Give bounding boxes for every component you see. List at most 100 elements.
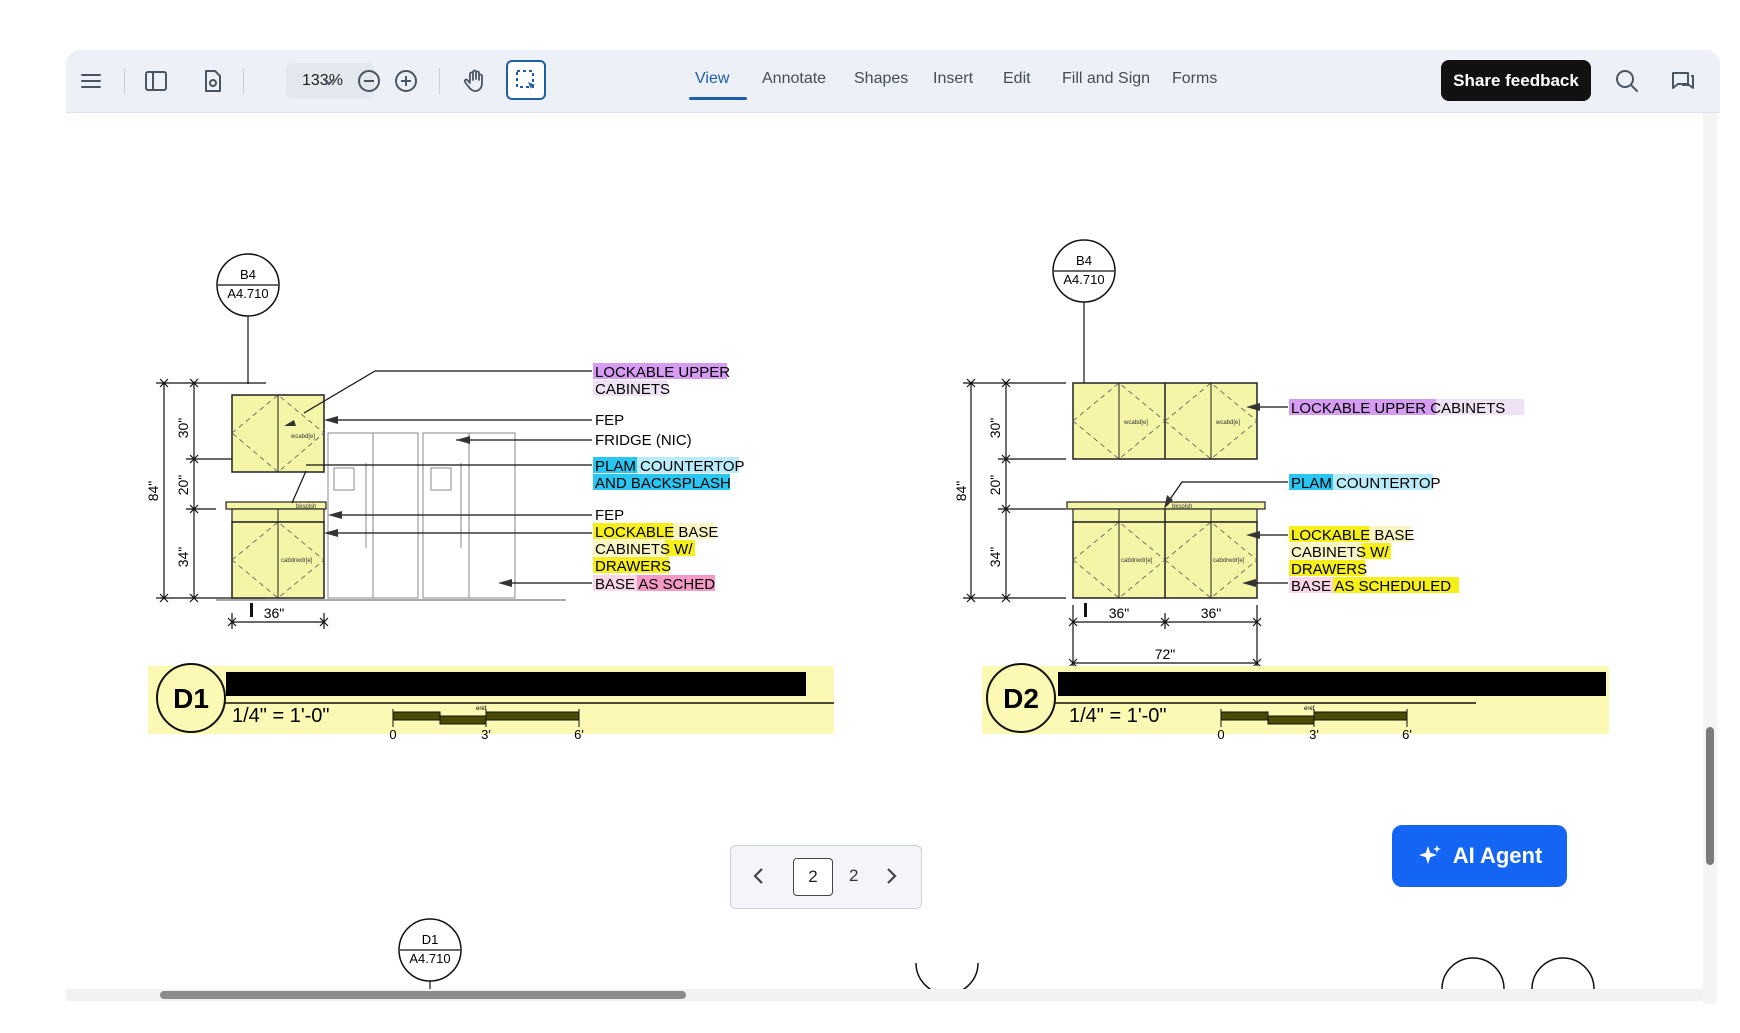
svg-text:eref: eref	[1304, 706, 1315, 712]
svg-text:CABINETS W/: CABINETS W/	[595, 541, 693, 558]
callout-text: W/	[1366, 544, 1389, 561]
svg-text:wcabd[e]: wcabd[e]	[1123, 420, 1148, 426]
dim-base: 34"	[175, 547, 191, 568]
svg-text:cabdrwdr[e]: cabdrwdr[e]	[1213, 558, 1245, 564]
svg-text:A4.710: A4.710	[1063, 272, 1104, 287]
share-feedback-button[interactable]: Share feedback	[1441, 60, 1591, 101]
callout-text: BASE	[1370, 527, 1414, 544]
svg-text:bksplsh: bksplsh	[296, 504, 316, 510]
callout-text: AS SCHEDULED	[1331, 578, 1451, 595]
svg-text:PLAM COUNTERTOP: PLAM COUNTERTOP	[595, 458, 745, 475]
dim-gap: 20"	[175, 475, 191, 496]
svg-text:LOCKABLE BASE: LOCKABLE BASE	[595, 524, 718, 541]
tab-forms[interactable]: Forms	[1172, 70, 1217, 88]
callout-hl: PLAM	[1291, 475, 1332, 492]
tab-insert[interactable]: Insert	[933, 70, 973, 88]
current-page-input[interactable]: 2	[793, 858, 833, 896]
callout-text: FEP	[595, 412, 624, 429]
vertical-scrollbar[interactable]	[1703, 113, 1717, 1004]
dim-width-total: 72"	[1155, 646, 1176, 662]
partial-tag	[1441, 957, 1595, 990]
callouts-left: LOCKABLE UPPER CABINETS FEP FRIDGE (NIC)…	[593, 363, 745, 593]
tab-fill-and-sign[interactable]: Fill and Sign	[1062, 70, 1150, 88]
base-cabinets-right: bksplsh cabdrwdr[e] cabdrwdr[e]	[1066, 501, 1266, 599]
callout-text: BASE	[674, 524, 718, 541]
svg-text:BASE AS SCHED: BASE AS SCHED	[595, 576, 715, 593]
partial-tag	[915, 962, 979, 995]
menu-icon[interactable]	[74, 64, 108, 98]
chevron-down-icon[interactable]	[318, 74, 340, 90]
page-settings-icon[interactable]	[196, 64, 230, 98]
tab-view[interactable]: View	[695, 70, 729, 88]
svg-text:PLAM COUNTERTOP: PLAM COUNTERTOP	[1291, 475, 1441, 492]
svg-text:3': 3'	[481, 727, 491, 742]
detail-id: D2	[1003, 683, 1039, 714]
svg-text:3': 3'	[1309, 727, 1319, 742]
chevron-left-icon[interactable]	[747, 864, 771, 888]
zoom-in-icon[interactable]	[389, 64, 423, 98]
ai-agent-button[interactable]: AI Agent	[1392, 825, 1567, 887]
callout-hl: LOCKABLE	[595, 524, 674, 541]
top-toolbar: 133% View Annotate Shapes Insert Edit Fi…	[66, 50, 1720, 113]
svg-text:LOCKABLE BASE: LOCKABLE BASE	[1291, 527, 1414, 544]
drawing-scale: 1/4" = 1'-0"	[232, 705, 330, 727]
title-block-d2: D2 1/4" = 1'-0" eref 0 3' 6'	[982, 663, 1609, 742]
callout-hl: BASE	[1291, 578, 1331, 595]
svg-text:A4.710: A4.710	[409, 951, 450, 966]
svg-text:B4: B4	[1076, 253, 1092, 268]
vertical-scroll-thumb[interactable]	[1706, 727, 1714, 865]
callout-hl: PLAM	[595, 458, 636, 475]
upper-cabinet-left: wcabd[e]	[231, 394, 325, 473]
title-block-d1: D1 1/4" = 1'-0" eref 0 3' 6'	[148, 663, 834, 742]
dim-width: 36"	[1201, 605, 1222, 621]
upper-cabinets-right: wcabd[e] wcabd[e]	[1072, 382, 1258, 460]
elevation-d1: B4 A4.710 30" 20" 34" 84" wcabd[e] bkspl…	[145, 253, 834, 742]
svg-text:LOCKABLE UPPER CABINETS: LOCKABLE UPPER CABINETS	[1291, 400, 1505, 417]
dim-total: 84"	[953, 481, 969, 502]
redacted-title-bar	[1058, 672, 1606, 696]
base-cabinet-left: bksplsh cabdrwdr[e]	[225, 501, 327, 599]
hand-tool-icon[interactable]	[458, 64, 492, 98]
ai-agent-label: AI Agent	[1452, 843, 1543, 868]
callout-hl: DRAWERS	[1291, 561, 1367, 578]
callout-text: FRIDGE (NIC)	[595, 432, 692, 449]
svg-text:B4: B4	[240, 267, 256, 282]
zoom-out-icon[interactable]	[352, 64, 386, 98]
tab-edit[interactable]: Edit	[1003, 70, 1031, 88]
callout-text: COUNTERTOP	[636, 458, 745, 475]
select-tool-icon[interactable]	[506, 60, 546, 100]
svg-text:D1: D1	[422, 932, 439, 947]
callout-hl: LOCKABLE	[1291, 527, 1370, 544]
dim-gap: 20"	[987, 475, 1003, 496]
dim-total: 84"	[145, 481, 161, 502]
detail-id: D1	[173, 683, 209, 714]
dim-width: 36"	[264, 605, 285, 621]
tab-shapes[interactable]: Shapes	[854, 70, 908, 88]
sidebar-toggle-icon[interactable]	[139, 64, 173, 98]
svg-text:wcabd[e]: wcabd[e]	[290, 434, 315, 440]
callout-text: W/	[670, 541, 693, 558]
tab-annotate[interactable]: Annotate	[762, 70, 826, 88]
callout-hl: LOCKABLE UPPER	[1291, 400, 1426, 417]
svg-text:6': 6'	[1402, 727, 1412, 742]
callout-text: CABINETS	[595, 381, 670, 398]
dim-base: 34"	[987, 547, 1003, 568]
search-icon[interactable]	[1610, 64, 1644, 98]
callout-text: AS SCHED	[635, 576, 715, 593]
svg-text:eref: eref	[476, 706, 487, 712]
horizontal-scroll-thumb[interactable]	[160, 991, 686, 999]
sparkle-icon	[1417, 843, 1443, 869]
total-pages: 2	[849, 866, 859, 885]
svg-text:cabdrwdr[e]: cabdrwdr[e]	[281, 558, 313, 564]
section-tag-d1-bottom: D1 A4.710	[398, 918, 462, 989]
comments-icon[interactable]	[1666, 64, 1700, 98]
chevron-right-icon[interactable]	[879, 864, 903, 888]
elevation-d2: B4 A4.710 30" 20" 34" 84" wcabd[e] wcabd…	[953, 239, 1609, 742]
dim-width: 36"	[1109, 605, 1130, 621]
section-tag-b4-left: B4 A4.710	[216, 253, 280, 384]
callout-hl: CABINETS	[1291, 544, 1366, 561]
callout-text: FEP	[595, 507, 624, 524]
svg-text:0: 0	[389, 727, 396, 742]
dimension-lines-right	[963, 378, 1066, 603]
toolbar-divider	[439, 68, 440, 94]
